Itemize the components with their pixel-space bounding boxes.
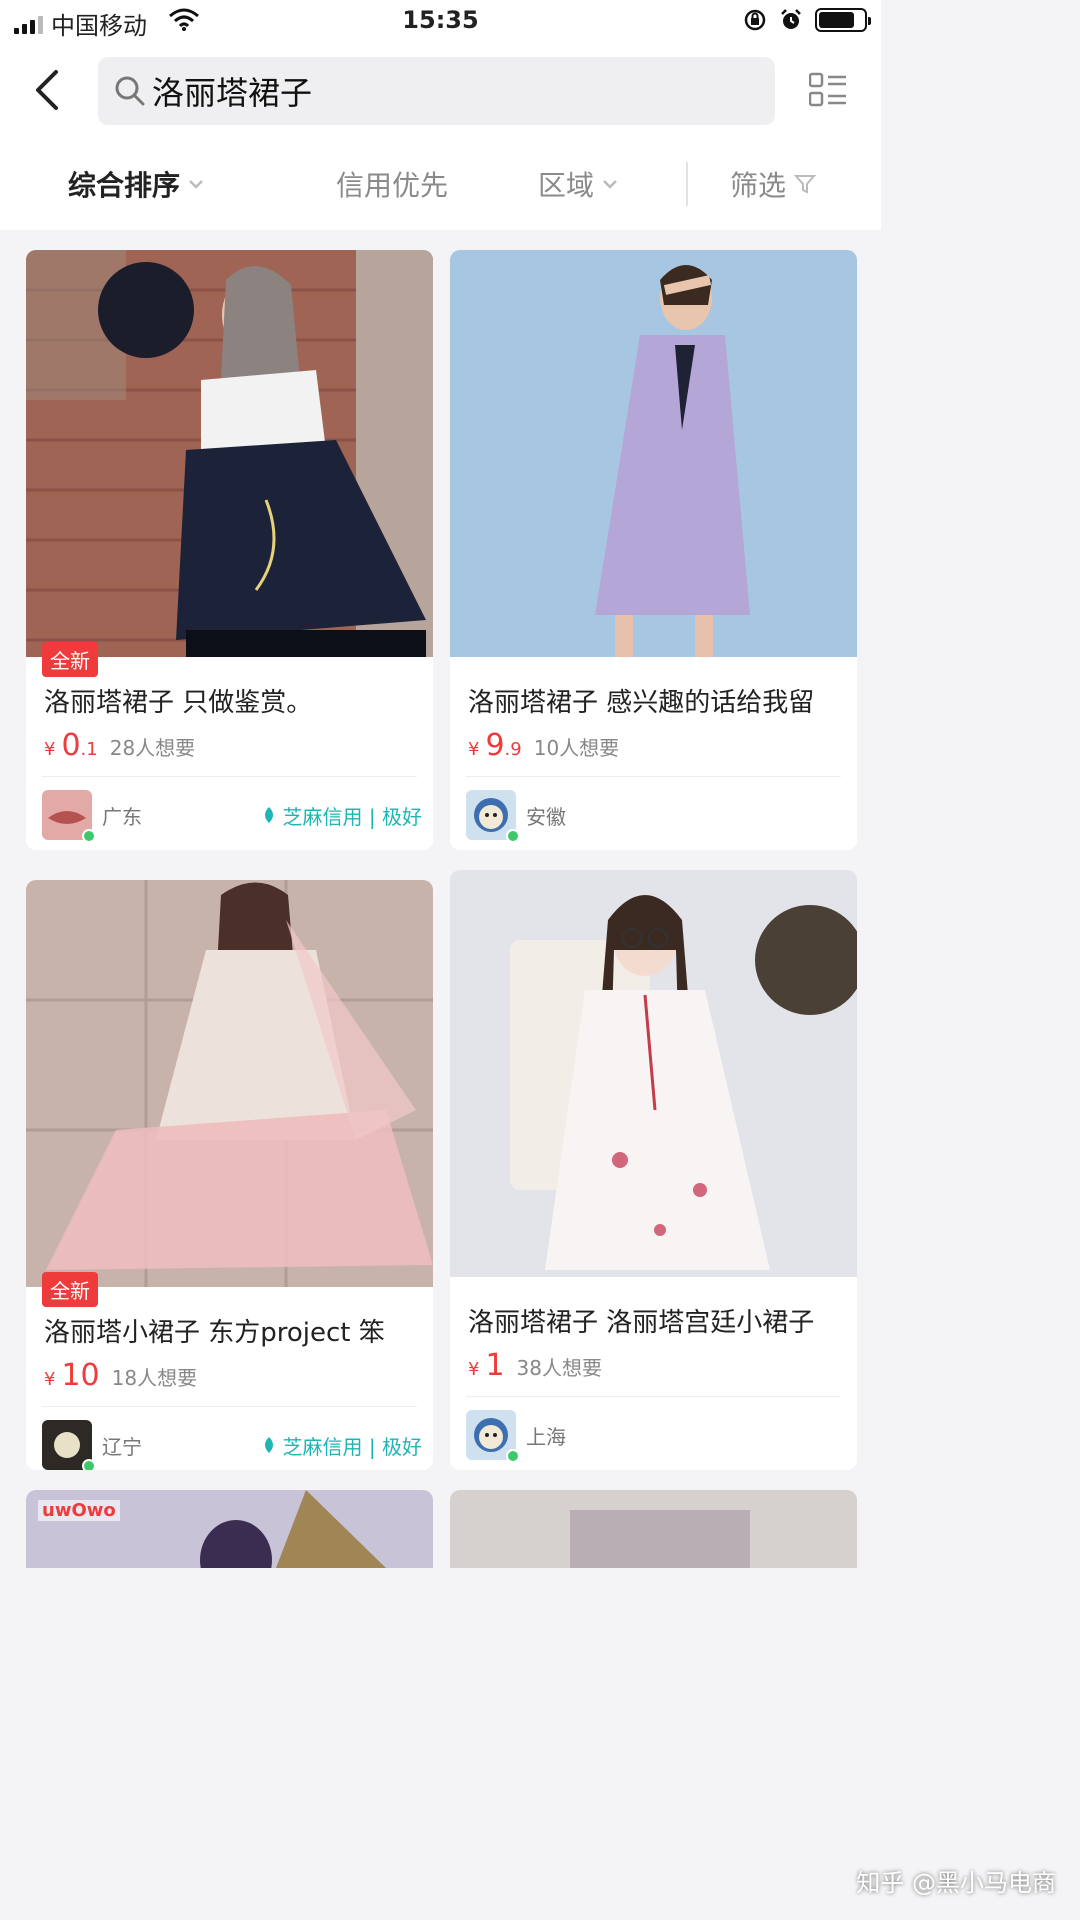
seller-row[interactable]: 上海: [466, 1410, 846, 1463]
online-indicator: [506, 829, 520, 843]
product-card[interactable]: 全新 洛丽塔小裙子 东方project 笨 ¥ 10 18人想要 辽宁 芝麻信用…: [26, 880, 433, 1470]
status-bar: 中国移动 15:35: [0, 0, 881, 44]
product-title: 洛丽塔裙子 洛丽塔宫廷小裙子: [468, 1308, 815, 1338]
sesame-credit-icon: [264, 807, 273, 823]
screen-filter[interactable]: 筛选: [730, 164, 817, 204]
shop-logo-text: uwOwo: [38, 1500, 120, 1521]
chevron-down-icon: [603, 180, 617, 189]
rotation-lock-icon: [744, 9, 766, 31]
online-indicator: [506, 1449, 520, 1463]
currency-symbol: ¥: [468, 739, 480, 760]
status-icons: [743, 8, 871, 32]
divider: [466, 776, 841, 777]
region-label: 区域: [538, 169, 595, 202]
sesame-credit-icon: [264, 1437, 273, 1453]
seller-region: 上海: [526, 1424, 566, 1449]
sort-filter[interactable]: 综合排序: [68, 164, 204, 204]
product-card[interactable]: 洛丽塔裙子 感兴趣的话给我留 ¥ 9 .9 10人想要 安徽: [450, 250, 857, 850]
seller-row[interactable]: 辽宁 芝麻信用 | 极好: [42, 1420, 422, 1470]
divider: [42, 776, 417, 777]
product-card[interactable]: 全新 洛丽塔裙子 只做鉴赏。 ¥ 0 .1 28人想要 广东 芝麻信用 | 极好: [26, 250, 433, 850]
price-row: ¥ 1 38人想要: [468, 1348, 602, 1383]
divider: [42, 1406, 417, 1407]
new-badge: 全新: [42, 1272, 98, 1307]
currency-symbol: ¥: [44, 1369, 56, 1390]
avatar[interactable]: [42, 1420, 96, 1470]
price-row: ¥ 10 18人想要: [44, 1358, 197, 1393]
product-title: 洛丽塔裙子 只做鉴赏。: [44, 688, 313, 718]
search-icon: [115, 76, 145, 106]
credit-badge: 芝麻信用 | 极好: [259, 801, 422, 830]
new-badge: 全新: [42, 642, 98, 677]
watermark: 知乎 @黑小马电商: [856, 1869, 1056, 1897]
sort-label: 综合排序: [68, 169, 181, 202]
online-indicator: [82, 1459, 96, 1470]
product-photo: [26, 250, 433, 657]
filter-bar: 综合排序 信用优先 区域 筛选: [0, 140, 881, 230]
avatar[interactable]: [466, 1410, 520, 1463]
price-row: ¥ 9 .9 10人想要: [468, 728, 619, 763]
price-integer: 10: [61, 1358, 100, 1393]
seller-region: 辽宁: [102, 1434, 142, 1459]
region-filter[interactable]: 区域: [538, 164, 618, 204]
avatar[interactable]: [42, 790, 96, 843]
price-integer: 1: [485, 1348, 505, 1383]
filter-divider: [686, 162, 688, 206]
price-integer: 9: [485, 728, 505, 763]
currency-symbol: ¥: [44, 739, 56, 760]
product-card[interactable]: [450, 1490, 857, 1568]
credit-label: 芝麻信用 | 极好: [282, 804, 422, 829]
battery-icon: [815, 8, 871, 32]
product-card[interactable]: 洛丽塔裙子 洛丽塔宫廷小裙子 ¥ 1 38人想要 上海: [450, 870, 857, 1470]
credit-priority-filter[interactable]: 信用优先: [336, 164, 448, 204]
list-view-toggle-icon[interactable]: [809, 72, 847, 108]
product-title: 洛丽塔裙子 感兴趣的话给我留: [468, 688, 815, 718]
screen-filter-label: 筛选: [730, 169, 787, 202]
alarm-icon: [781, 9, 801, 29]
search-input[interactable]: 洛丽塔裙子: [98, 57, 775, 125]
want-count: 38人想要: [516, 1356, 602, 1380]
product-photo: [450, 1490, 857, 1568]
search-query: 洛丽塔裙子: [152, 74, 313, 112]
product-card[interactable]: uwOwo: [26, 1490, 433, 1568]
divider: [466, 1396, 841, 1397]
price-row: ¥ 0 .1 28人想要: [44, 728, 195, 763]
currency-symbol: ¥: [468, 1359, 480, 1380]
product-photo: [26, 880, 433, 1287]
avatar[interactable]: [466, 790, 520, 843]
credit-label: 芝麻信用 | 极好: [282, 1434, 422, 1459]
chevron-down-icon: [189, 180, 203, 189]
price-decimal: .9: [504, 739, 522, 760]
seller-row[interactable]: 安徽: [466, 790, 846, 843]
seller-region: 广东: [102, 804, 142, 829]
want-count: 10人想要: [533, 736, 620, 760]
credit-badge: 芝麻信用 | 极好: [259, 1431, 422, 1460]
price-integer: 0: [61, 728, 81, 763]
back-button[interactable]: [26, 66, 70, 114]
want-count: 28人想要: [109, 736, 196, 760]
online-indicator: [82, 829, 96, 843]
seller-row[interactable]: 广东 芝麻信用 | 极好: [42, 790, 422, 843]
seller-region: 安徽: [526, 804, 566, 829]
price-decimal: .1: [80, 739, 98, 760]
product-photo: [450, 870, 857, 1277]
search-header: 洛丽塔裙子: [0, 44, 881, 140]
funnel-icon: [794, 175, 817, 194]
want-count: 18人想要: [111, 1366, 198, 1390]
product-photo: [450, 250, 857, 657]
credit-priority-label: 信用优先: [336, 169, 449, 202]
product-title: 洛丽塔小裙子 东方project 笨: [44, 1318, 385, 1348]
